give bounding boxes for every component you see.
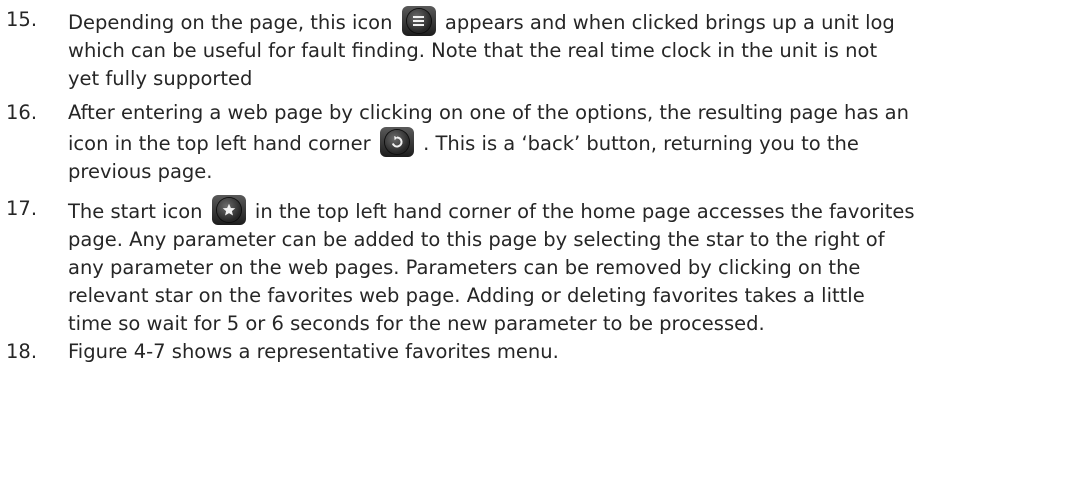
list-item-line: page. Any parameter can be added to this… [68,228,885,251]
list-number: 18. [6,340,38,363]
list-item-text: . This is a ‘back’ button, returning you… [423,132,859,155]
list-number: 15. [6,8,38,31]
list-item-text: appears and when clicked brings up a uni… [444,11,895,34]
list-item-line: After entering a web page by clicking on… [68,101,909,124]
list-item-line: Figure 4-7 shows a representative favori… [68,340,559,363]
list-number: 16. [6,101,38,124]
list-item: 15. Depending on the page, this icon app… [6,6,1074,93]
list-item-line: any parameter on the web pages. Paramete… [68,256,861,279]
list-item-line: yet fully supported [68,67,253,90]
list-item-line: The start icon in the top left hand corn… [68,195,1074,226]
list-item-text: Depending on the page, this icon [68,11,393,34]
list-item-line: relevant star on the favorites web page.… [68,284,865,307]
list-item-line: previous page. [68,160,213,183]
list-item-text: icon in the top left hand corner [68,132,371,155]
list-item: 17. The start icon in the top left hand … [6,195,1074,338]
list-item-line: Depending on the page, this icon appears… [68,6,1074,37]
document-page: 15. Depending on the page, this icon app… [0,0,1079,496]
list-item-line: which can be useful for fault finding. N… [68,39,878,62]
back-arrow-icon [379,127,414,157]
list-number: 17. [6,197,38,220]
list-item-line: icon in the top left hand corner . This … [68,127,1074,158]
list-item-text: in the top left hand corner of the home … [254,200,915,223]
list-item: 16. After entering a web page by clickin… [6,99,1074,186]
star-icon [211,195,246,225]
numbered-instruction-list: 15. Depending on the page, this icon app… [6,6,1074,366]
menu-icon [401,6,436,36]
list-item-line: time so wait for 5 or 6 seconds for the … [68,312,765,335]
list-item: 18. Figure 4-7 shows a representative fa… [6,338,1074,366]
list-item-text: The start icon [68,200,203,223]
